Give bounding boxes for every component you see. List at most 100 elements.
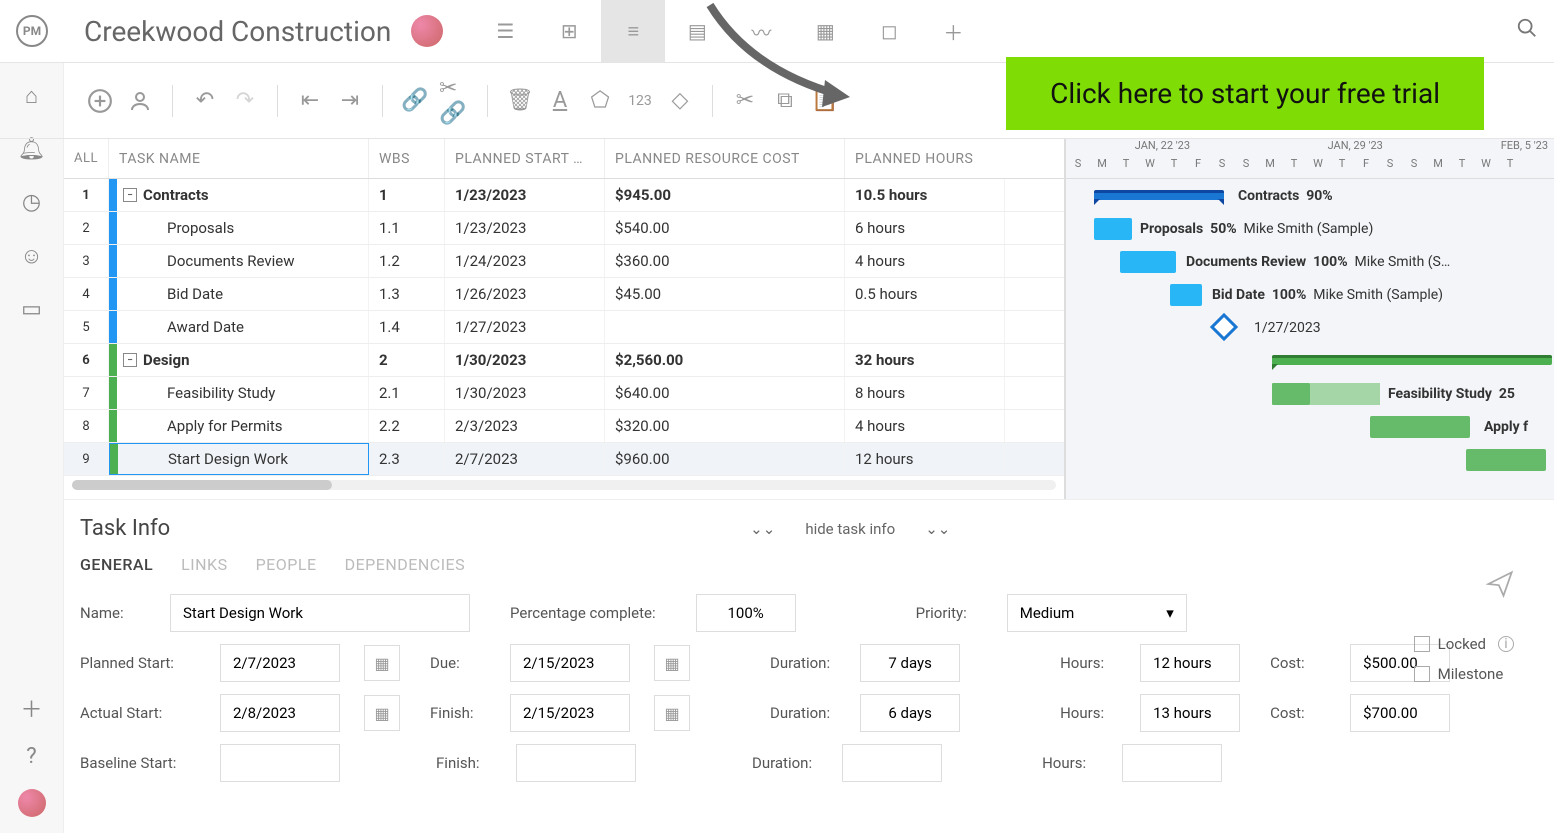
project-avatar[interactable] <box>411 15 443 47</box>
name-input[interactable] <box>170 594 470 632</box>
table-row[interactable]: 3 Documents Review 1.2 1/24/2023 $360.00… <box>64 245 1064 278</box>
actual-start-input[interactable] <box>220 694 340 732</box>
add-task-icon[interactable] <box>84 85 116 117</box>
duration-input-3[interactable] <box>842 744 942 782</box>
cost-input-2[interactable] <box>1350 694 1450 732</box>
duration-input-2[interactable] <box>860 694 960 732</box>
project-title[interactable]: Creekwood Construction <box>84 15 391 48</box>
table-row[interactable]: 5 Award Date 1.4 1/27/2023 <box>64 311 1064 344</box>
assign-icon[interactable] <box>124 85 156 117</box>
gantt-day: S <box>1378 157 1402 179</box>
gantt-chart[interactable]: JAN, 22 '23 JAN, 29 '23 FEB, 5 '23 SMTWT… <box>1066 139 1554 499</box>
unlink-icon[interactable]: ✂🔗 <box>439 85 471 117</box>
milestone-icon[interactable]: ◇ <box>664 85 696 117</box>
due-input[interactable] <box>510 644 630 682</box>
duration-input[interactable] <box>860 644 960 682</box>
paste-icon[interactable]: 📋 <box>809 85 841 117</box>
add-view-tab[interactable]: ＋ <box>921 0 985 63</box>
chevron-down-icon[interactable]: ⌄⌄ <box>925 520 950 538</box>
wbs-cell: 2.1 <box>369 377 445 409</box>
col-planned-hours[interactable]: PLANNED HOURS <box>845 139 1005 178</box>
collapse-icon[interactable]: − <box>123 353 137 367</box>
table-row[interactable]: 9 Start Design Work 2.3 2/7/2023 $960.00… <box>64 443 1064 476</box>
redo-icon[interactable]: ↷ <box>229 85 261 117</box>
gantt-view-tab[interactable]: ≡ <box>601 0 665 63</box>
cost-label: Cost: <box>1270 654 1320 672</box>
locked-checkbox[interactable]: Lockedi <box>1414 635 1514 653</box>
gantt-day: W <box>1306 157 1330 179</box>
calendar-icon[interactable]: ▦ <box>364 645 400 681</box>
baseline-finish-input[interactable] <box>516 744 636 782</box>
activity-view-tab[interactable]: 〰 <box>729 0 793 63</box>
calendar-view-tab[interactable]: ▦ <box>793 0 857 63</box>
undo-icon[interactable]: ↶ <box>189 85 221 117</box>
pct-input[interactable] <box>696 594 796 632</box>
team-icon[interactable]: ☺ <box>20 243 42 269</box>
table-row[interactable]: 1 −Contracts 1 1/23/2023 $945.00 10.5 ho… <box>64 179 1064 212</box>
row-number: 5 <box>64 311 109 343</box>
table-row[interactable]: 6 −Design 2 1/30/2023 $2,560.00 32 hours <box>64 344 1064 377</box>
gantt-day: F <box>1186 157 1210 179</box>
start-cell: 1/30/2023 <box>445 344 605 376</box>
tab-dependencies[interactable]: DEPENDENCIES <box>345 555 466 574</box>
task-name: Start Design Work <box>124 450 288 468</box>
recent-icon[interactable]: ◷ <box>22 190 41 215</box>
baseline-start-input[interactable] <box>220 744 340 782</box>
left-sidebar: ⌂ 🔔︎ ◷ ☺ ▭ ＋ ? <box>0 63 64 833</box>
hide-task-info-button[interactable]: hide task info <box>805 520 895 538</box>
task-name: Documents Review <box>123 252 295 270</box>
tab-people[interactable]: PEOPLE <box>256 555 317 574</box>
tab-links[interactable]: LINKS <box>181 555 227 574</box>
col-all[interactable]: ALL <box>64 139 109 178</box>
outdent-icon[interactable]: ⇤ <box>294 85 326 117</box>
color-bar <box>109 179 117 211</box>
priority-select[interactable]: Medium▾ <box>1007 594 1187 632</box>
tag-icon[interactable]: ⬠ <box>584 85 616 117</box>
table-row[interactable]: 2 Proposals 1.1 1/23/2023 $540.00 6 hour… <box>64 212 1064 245</box>
copy-icon[interactable]: ⧉ <box>769 85 801 117</box>
portfolio-icon[interactable]: ▭ <box>21 297 42 322</box>
chevron-down-icon[interactable]: ⌄⌄ <box>750 520 775 538</box>
delete-icon[interactable]: 🗑 <box>504 85 536 117</box>
search-icon[interactable] <box>1516 17 1538 45</box>
calendar-icon[interactable]: ▦ <box>654 645 690 681</box>
cut-icon[interactable]: ✂ <box>729 85 761 117</box>
tab-general[interactable]: GENERAL <box>80 555 153 574</box>
finish-input[interactable] <box>510 694 630 732</box>
format-icon[interactable]: A <box>544 85 576 117</box>
list-view-tab[interactable]: ☰ <box>473 0 537 63</box>
planned-start-input[interactable] <box>220 644 340 682</box>
col-planned-start[interactable]: PLANNED START … <box>445 139 605 178</box>
info-icon[interactable]: i <box>1498 636 1514 652</box>
link-icon[interactable]: 🔗 <box>399 85 431 117</box>
collapse-icon[interactable]: − <box>123 188 137 202</box>
number-icon[interactable]: 123 <box>624 85 656 117</box>
col-wbs[interactable]: WBS <box>369 139 445 178</box>
name-label: Name: <box>80 604 130 622</box>
cta-banner[interactable]: Click here to start your free trial <box>1006 57 1484 130</box>
indent-icon[interactable]: ⇥ <box>334 85 366 117</box>
send-icon[interactable] <box>1486 570 1514 605</box>
user-avatar[interactable] <box>18 789 46 817</box>
app-logo[interactable]: PM <box>16 15 48 47</box>
calendar-icon[interactable]: ▦ <box>364 695 400 731</box>
calendar-icon[interactable]: ▦ <box>654 695 690 731</box>
notifications-icon[interactable]: 🔔︎ <box>18 137 46 162</box>
help-icon[interactable]: ? <box>26 744 36 769</box>
file-view-tab[interactable]: ◻ <box>857 0 921 63</box>
table-row[interactable]: 7 Feasibility Study 2.1 1/30/2023 $640.0… <box>64 377 1064 410</box>
grid-scrollbar[interactable] <box>72 480 1056 490</box>
sheet-view-tab[interactable]: ▤ <box>665 0 729 63</box>
table-row[interactable]: 8 Apply for Permits 2.2 2/3/2023 $320.00… <box>64 410 1064 443</box>
add-icon[interactable]: ＋ <box>20 692 42 724</box>
hours-input-3[interactable] <box>1122 744 1222 782</box>
board-view-tab[interactable]: ⊞ <box>537 0 601 63</box>
col-planned-cost[interactable]: PLANNED RESOURCE COST <box>605 139 845 178</box>
cost-cell: $960.00 <box>605 443 845 475</box>
table-row[interactable]: 4 Bid Date 1.3 1/26/2023 $45.00 0.5 hour… <box>64 278 1064 311</box>
hours-input[interactable] <box>1140 644 1240 682</box>
col-task-name[interactable]: TASK NAME <box>109 139 369 178</box>
duration-label: Duration: <box>752 754 812 772</box>
hours-input-2[interactable] <box>1140 694 1240 732</box>
milestone-checkbox[interactable]: Milestone <box>1414 665 1514 683</box>
